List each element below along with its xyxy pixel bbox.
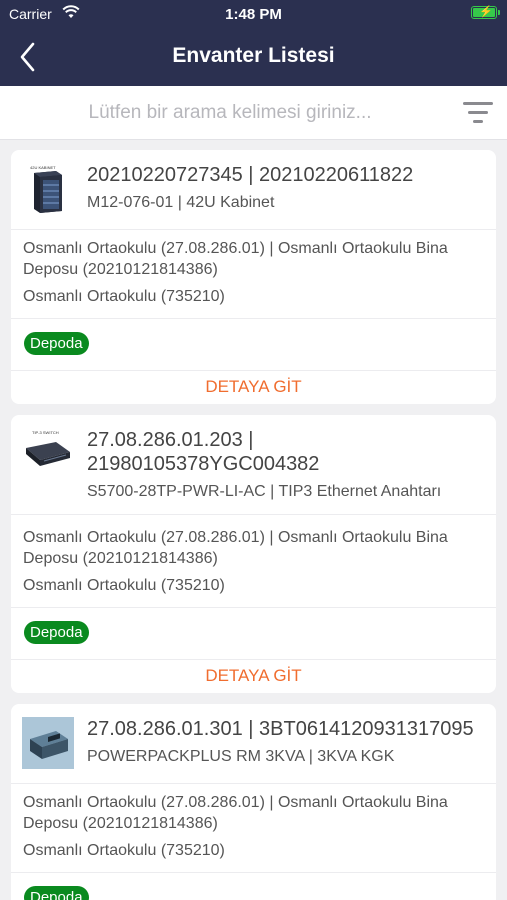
item-subtitle: S5700-28TP-PWR-LI-AC | TIP3 Ethernet Ana… (87, 483, 442, 500)
detail-button[interactable]: DETAYA GİT (11, 659, 496, 693)
status-badge: Depoda (24, 332, 89, 355)
item-school: Osmanlı Ortaokulu (735210) (23, 577, 225, 594)
status-badge: Depoda (24, 621, 89, 644)
battery-charging-icon: ⚡ (471, 6, 500, 19)
clock: 1:48 PM (225, 6, 282, 23)
search-bar (0, 86, 507, 140)
detail-button[interactable]: DETAYA GİT (11, 370, 496, 404)
inventory-card[interactable]: 42U KABINET 20210220727345 | 20210220611… (11, 150, 496, 404)
item-location: Osmanlı Ortaokulu (27.08.286.01) | Osman… (23, 240, 448, 278)
status-bar: Carrier 1:48 PM ⚡ (0, 0, 507, 28)
thumb-label: 42U KABINET (30, 165, 56, 170)
filter-icon[interactable] (463, 100, 493, 126)
nav-bar: Envanter Listesi (0, 28, 507, 86)
inventory-card[interactable]: TIP-3 SWITCH 27.08.286.01.203 | 21980105… (11, 415, 496, 693)
ups-device-icon (22, 717, 74, 769)
item-location: Osmanlı Ortaokulu (27.08.286.01) | Osman… (23, 794, 448, 832)
item-subtitle: M12-076-01 | 42U Kabinet (87, 194, 275, 211)
search-input[interactable] (20, 96, 440, 130)
inventory-list: 42U KABINET 20210220727345 | 20210220611… (0, 140, 507, 900)
network-switch-icon: TIP-3 SWITCH (22, 428, 74, 480)
item-location: Osmanlı Ortaokulu (27.08.286.01) | Osman… (23, 529, 448, 567)
thumb-label: TIP-3 SWITCH (32, 430, 59, 435)
item-title: 27.08.286.01.203 | 21980105378YGC004382 (87, 429, 320, 475)
item-school: Osmanlı Ortaokulu (735210) (23, 842, 225, 859)
status-badge: Depoda (24, 886, 89, 900)
item-school: Osmanlı Ortaokulu (735210) (23, 288, 225, 305)
server-cabinet-icon: 42U KABINET (22, 163, 74, 215)
item-subtitle: POWERPACKPLUS RM 3KVA | 3KVA KGK (87, 748, 395, 765)
item-title: 20210220727345 | 20210220611822 (87, 164, 414, 186)
inventory-card[interactable]: 27.08.286.01.301 | 3BT0614120931317095 P… (11, 704, 496, 900)
item-title: 27.08.286.01.301 | 3BT0614120931317095 (87, 718, 474, 740)
page-title: Envanter Listesi (172, 44, 335, 67)
